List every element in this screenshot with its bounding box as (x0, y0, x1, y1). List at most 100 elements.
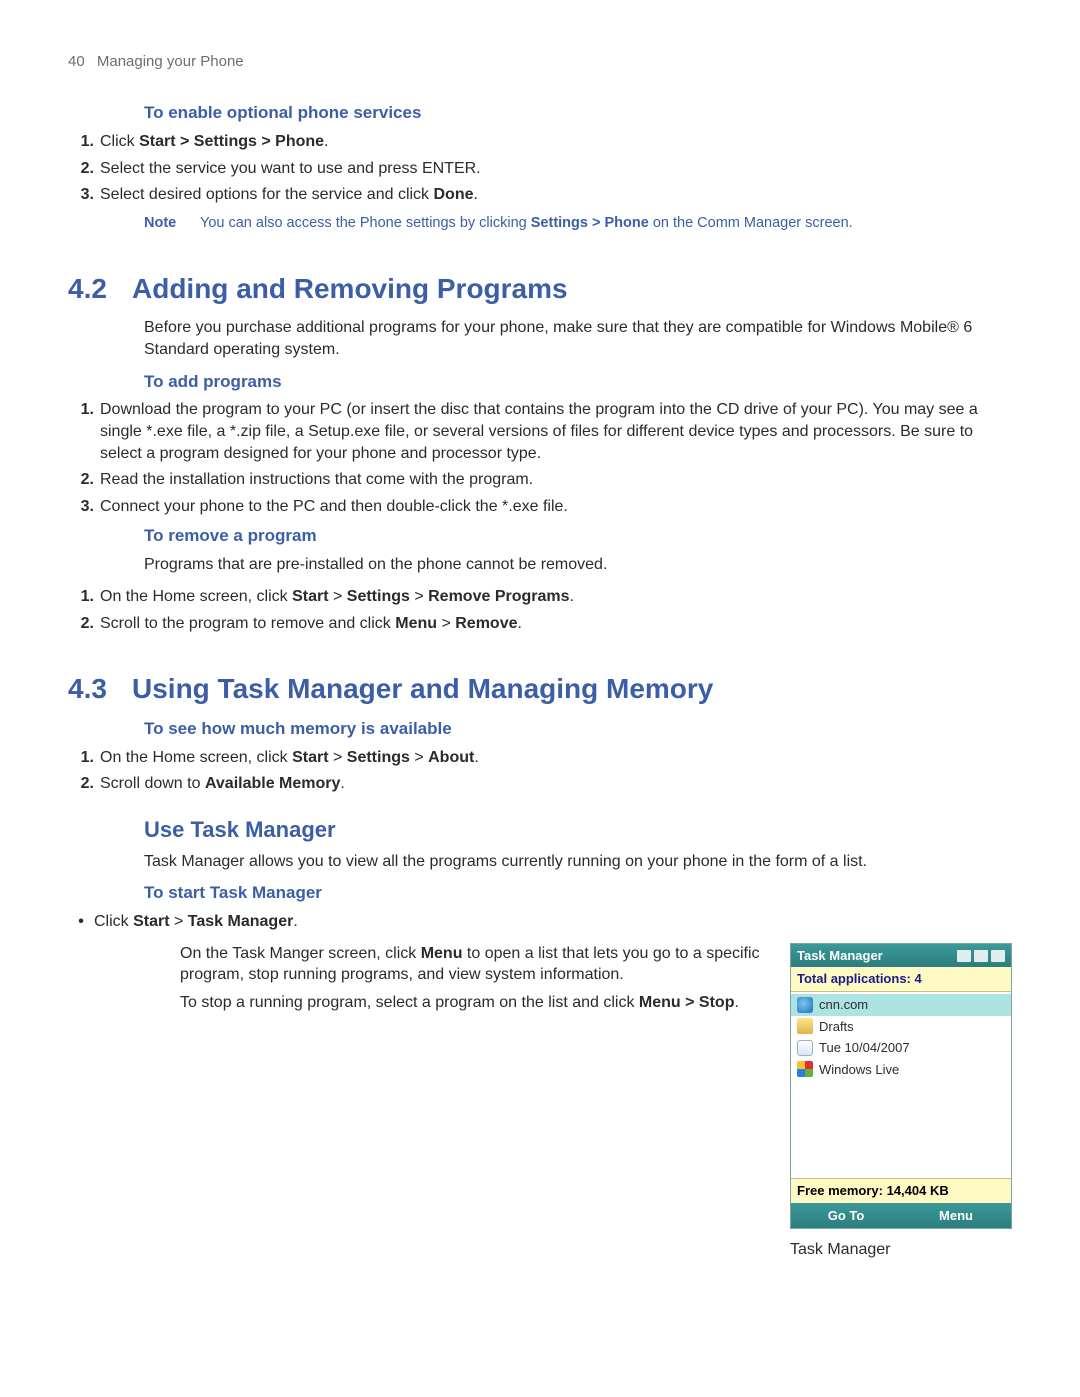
step-number: 2. (68, 773, 100, 795)
bold-text: Settings (347, 588, 410, 605)
step-text: On the Home screen, click Start > Settin… (100, 747, 1012, 769)
tm-para-1: On the Task Manger screen, click Menu to… (180, 943, 772, 986)
bold-text: Start (292, 749, 328, 766)
step-text: Download the program to your PC (or inse… (100, 399, 1012, 464)
text: You can also access the Phone settings b… (200, 215, 531, 231)
text: . (474, 186, 478, 203)
tm-item-label: cnn.com (819, 996, 868, 1014)
step-text: Select desired options for the service a… (100, 184, 1012, 206)
subheading-start-tm: To start Task Manager (144, 882, 1012, 905)
step-number: 1. (68, 399, 100, 464)
tm-free-memory: Free memory: 14,404 KB (791, 1178, 1011, 1203)
subheading-enable-services: To enable optional phone services (144, 102, 1012, 125)
step-row: 3. Select desired options for the servic… (68, 184, 1012, 206)
text: > (410, 749, 428, 766)
step-row: 2. Scroll to the program to remove and c… (68, 613, 1012, 635)
text: Click (94, 913, 133, 930)
text: . (324, 133, 328, 150)
tm-list-item[interactable]: Drafts (791, 1016, 1011, 1038)
bold-text: Remove Programs (428, 588, 569, 605)
text: Scroll to the program to remove and clic… (100, 615, 395, 632)
step-number: 3. (68, 184, 100, 206)
step-text: Click Start > Settings > Phone. (100, 131, 1012, 153)
step-row: 2. Read the installation instructions th… (68, 469, 1012, 491)
tm-para-2: To stop a running program, select a prog… (180, 992, 772, 1014)
steps-memory: 1. On the Home screen, click Start > Set… (68, 747, 1012, 795)
text: . (518, 615, 522, 632)
step-number: 2. (68, 469, 100, 491)
step-number: 3. (68, 496, 100, 518)
section-heading-4-2: 4.2 Adding and Removing Programs (68, 270, 1012, 308)
text: > (329, 588, 347, 605)
step-row: 1. Download the program to your PC (or i… (68, 399, 1012, 464)
bold-text: Menu > Stop (639, 994, 735, 1011)
tm-item-label: Tue 10/04/2007 (819, 1039, 910, 1057)
note-label: Note (144, 214, 200, 234)
text: Click (100, 133, 139, 150)
bold-text: Settings > Phone (531, 215, 649, 231)
bold-text: Done (434, 186, 474, 203)
windows-flag-icon (797, 1061, 813, 1077)
bold-text: Menu (421, 945, 463, 962)
calendar-icon (797, 1040, 813, 1056)
text: . (293, 913, 297, 930)
step-row: 2. Scroll down to Available Memory. (68, 773, 1012, 795)
text: . (340, 775, 344, 792)
bold-text: Start (292, 588, 328, 605)
subheading-add-programs: To add programs (144, 371, 1012, 394)
step-text: Select the service you want to use and p… (100, 158, 1012, 180)
subheading-remove-program: To remove a program (144, 525, 1012, 548)
remove-intro: Programs that are pre-installed on the p… (144, 554, 1012, 576)
bold-text: Start > Settings > Phone (139, 133, 324, 150)
section-title: Adding and Removing Programs (132, 270, 568, 308)
text: On the Home screen, click (100, 749, 292, 766)
step-text: On the Home screen, click Start > Settin… (100, 586, 1012, 608)
steps-add-programs: 1. Download the program to your PC (or i… (68, 399, 1012, 517)
step-row: 1. Click Start > Settings > Phone. (68, 131, 1012, 153)
softkey-right[interactable]: Menu (901, 1203, 1011, 1229)
step-text: Scroll down to Available Memory. (100, 773, 1012, 795)
section-heading-4-3: 4.3 Using Task Manager and Managing Memo… (68, 670, 1012, 708)
tm-app-list: cnn.com Drafts Tue 10/04/2007 Windows Li… (791, 992, 1011, 1178)
text: Scroll down to (100, 775, 205, 792)
step-number: 1. (68, 131, 100, 153)
tm-list-item[interactable]: Tue 10/04/2007 (791, 1037, 1011, 1059)
tm-list-item[interactable]: cnn.com (791, 994, 1011, 1016)
text: To stop a running program, select a prog… (180, 994, 639, 1011)
subheading-memory: To see how much memory is available (144, 718, 1012, 741)
softkey-left[interactable]: Go To (791, 1203, 901, 1229)
step-number: 1. (68, 586, 100, 608)
subsection-use-task-manager: Use Task Manager (144, 815, 1012, 845)
step-text: Read the installation instructions that … (100, 469, 1012, 491)
step-number: 1. (68, 747, 100, 769)
text: > (410, 588, 428, 605)
document-page: 40 Managing your Phone To enable optiona… (0, 0, 1080, 1397)
tm-item-label: Windows Live (819, 1061, 899, 1079)
step-row: 1. On the Home screen, click Start > Set… (68, 747, 1012, 769)
bold-text: Menu (395, 615, 437, 632)
tm-list-item[interactable]: Windows Live (791, 1059, 1011, 1081)
bold-text: Start (133, 913, 169, 930)
task-manager-description: On the Task Manger screen, click Menu to… (180, 943, 772, 1020)
bold-text: Task Manager (188, 913, 294, 930)
text: > (329, 749, 347, 766)
step-number: 2. (68, 613, 100, 635)
step-number: 2. (68, 158, 100, 180)
note-text: You can also access the Phone settings b… (200, 214, 853, 234)
status-icons (957, 950, 1005, 962)
use-tm-intro: Task Manager allows you to view all the … (144, 851, 1012, 873)
section-number: 4.3 (68, 670, 132, 708)
text: > (170, 913, 188, 930)
status-icon (974, 950, 988, 962)
step-row: 2. Select the service you want to use an… (68, 158, 1012, 180)
text: On the Home screen, click (100, 588, 292, 605)
bullet-row: • Click Start > Task Manager. (68, 911, 1012, 933)
task-manager-screenshot: Task Manager Total applications: 4 cnn.c… (790, 943, 1012, 1261)
running-title: Managing your Phone (97, 53, 244, 70)
steps-enable-services: 1. Click Start > Settings > Phone. 2. Se… (68, 131, 1012, 206)
device-frame: Task Manager Total applications: 4 cnn.c… (790, 943, 1012, 1229)
step-row: 3. Connect your phone to the PC and then… (68, 496, 1012, 518)
task-manager-row: On the Task Manger screen, click Menu to… (180, 943, 1012, 1261)
bullet-text: Click Start > Task Manager. (94, 911, 1012, 933)
text: On the Task Manger screen, click (180, 945, 421, 962)
